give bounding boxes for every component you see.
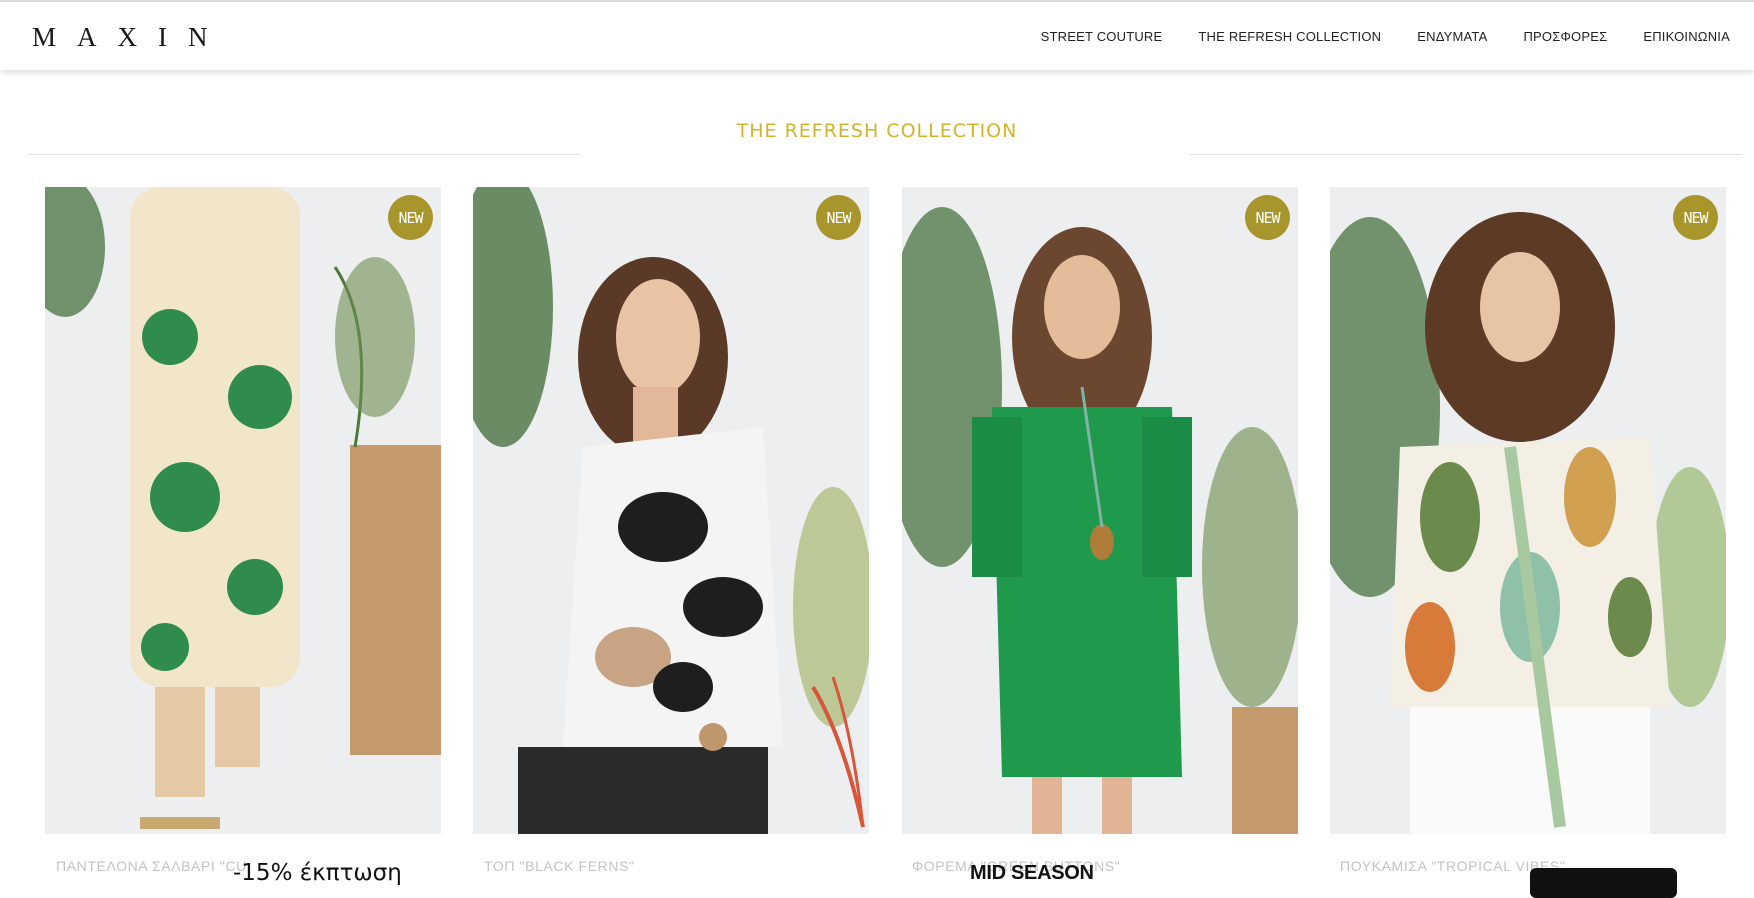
site-header: MAXIN STREET COUTURE THE REFRESH COLLECT…	[0, 2, 1754, 70]
product-card[interactable]: NEW	[902, 187, 1298, 834]
nav-epikoinonia[interactable]: ΕΠΙΚΟΙΝΩΝΙΑ	[1643, 29, 1730, 44]
product-image[interactable]	[473, 187, 869, 834]
product-image[interactable]	[902, 187, 1298, 834]
product-photo-graphic	[902, 187, 1298, 834]
chat-widget-button[interactable]	[1530, 868, 1677, 898]
product-image[interactable]	[45, 187, 441, 834]
product-card[interactable]: NEW	[45, 187, 441, 834]
new-badge: NEW	[1673, 195, 1718, 240]
new-badge: NEW	[816, 195, 861, 240]
brand-logo[interactable]: MAXIN	[32, 22, 229, 52]
title-rule-left	[28, 154, 580, 155]
nav-refresh-collection[interactable]: THE REFRESH COLLECTION	[1198, 29, 1381, 44]
nav-endymata[interactable]: ΕΝΔΥΜΑΤΑ	[1417, 29, 1487, 44]
product-name[interactable]: ΤΟΠ "BLACK FERNS"	[484, 858, 635, 874]
main-navigation: STREET COUTURE THE REFRESH COLLECTION ΕΝ…	[1041, 2, 1730, 70]
mid-season-banner-text[interactable]: MID SEASON	[970, 862, 1094, 885]
product-photo-graphic	[45, 187, 441, 834]
product-photo-graphic	[473, 187, 869, 834]
product-image[interactable]	[1330, 187, 1726, 834]
new-badge: NEW	[388, 195, 433, 240]
new-badge: NEW	[1245, 195, 1290, 240]
title-rule-right	[1190, 154, 1742, 155]
product-photo-graphic	[1330, 187, 1726, 834]
nav-street-couture[interactable]: STREET COUTURE	[1041, 29, 1163, 44]
nav-prosfores[interactable]: ΠΡΟΣΦΟΡΕΣ	[1523, 29, 1607, 44]
discount-banner-text[interactable]: -15% έκπτωση	[233, 860, 402, 886]
section-title: THE REFRESH COLLECTION	[736, 120, 1018, 142]
product-card[interactable]: NEW	[1330, 187, 1726, 834]
product-name[interactable]: ΠΑΝΤΕΛΟΝΑ ΣΑΛΒΑΡΙ "CU	[56, 858, 247, 874]
product-card[interactable]: NEW	[473, 187, 869, 834]
